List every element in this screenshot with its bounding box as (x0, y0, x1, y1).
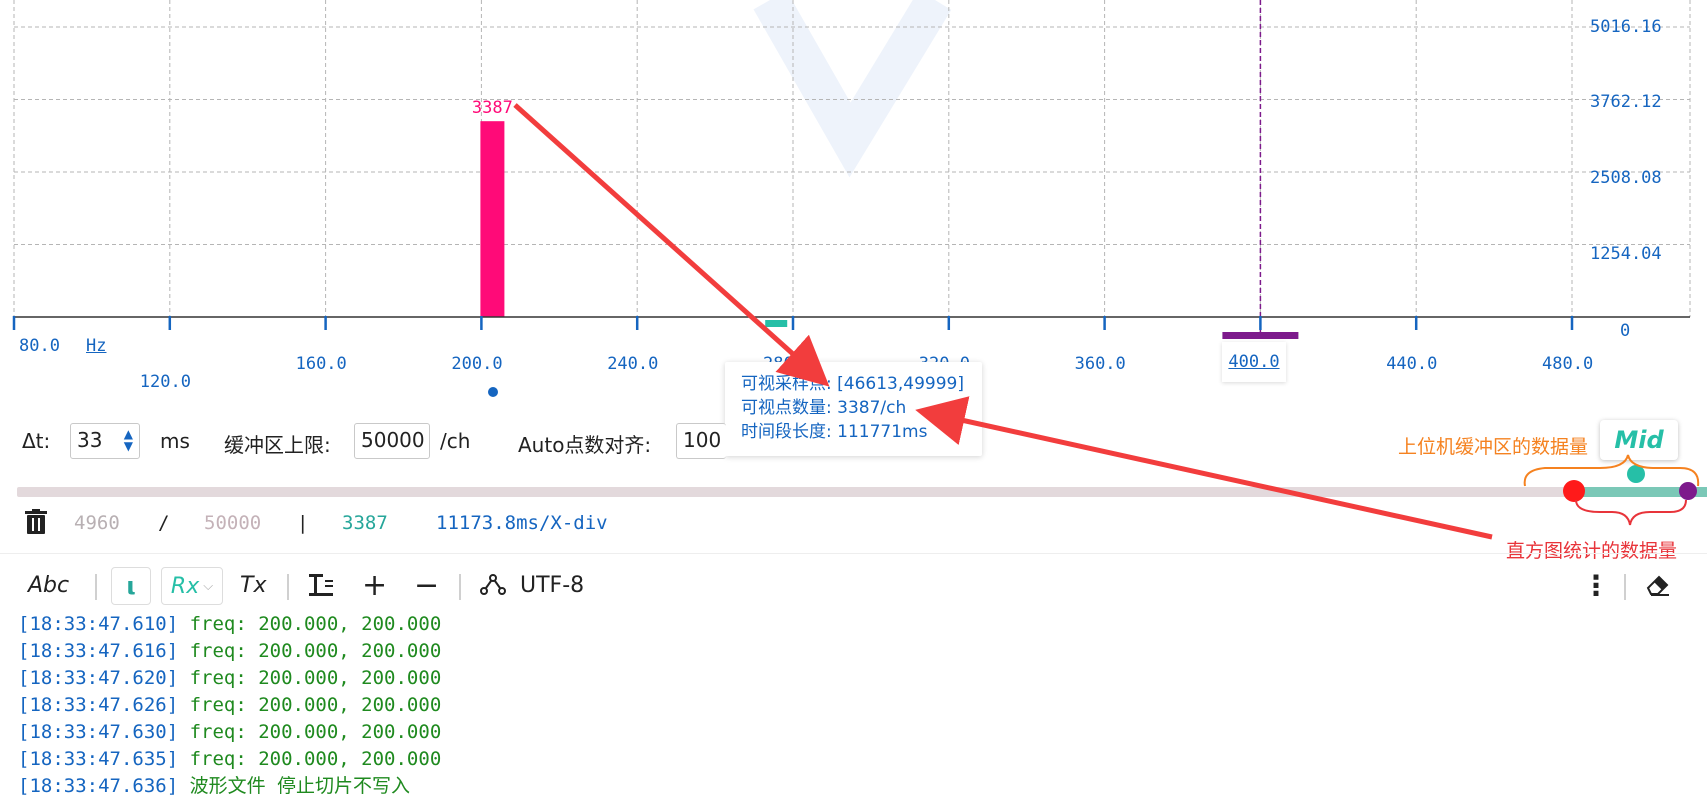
y-tick-label: 3762.12 (1590, 92, 1662, 112)
eraser-icon[interactable] (1645, 567, 1671, 603)
current-count: 4960 (74, 512, 120, 534)
x-tick-label: 400.0 (1222, 342, 1286, 382)
toolbar-separator (287, 574, 289, 600)
log-message: freq: 200.000, 200.000 (178, 721, 442, 743)
buffer-limit-unit: /ch (440, 429, 471, 453)
log-message: freq: 200.000, 200.000 (178, 667, 442, 689)
mid-button[interactable]: Mid (1600, 420, 1678, 460)
x-tick-label: 80.0 (19, 336, 60, 356)
histogram-bar[interactable] (480, 121, 505, 318)
log-line: [18:33:47.630] freq: 200.000, 200.000 (18, 719, 441, 746)
x-axis (12, 316, 1690, 330)
log-timestamp: [18:33:47.616] (18, 640, 179, 662)
more-vertical-icon[interactable]: ⋮ (1582, 567, 1610, 603)
format-hook-icon: ι (126, 572, 136, 600)
auto-align-input[interactable]: 100 (676, 423, 726, 459)
x-tick-label: 200.0 (451, 354, 503, 374)
slider-mid-handle[interactable] (1627, 465, 1645, 483)
slider-start-handle[interactable] (1563, 480, 1585, 502)
x-tick-label: 120.0 (139, 372, 191, 392)
log-line: [18:33:47.635] freq: 200.000, 200.000 (18, 746, 441, 773)
log-timestamp: [18:33:47.626] (18, 694, 179, 716)
x-tick-label: 480.0 (1542, 354, 1594, 374)
format-toggle-button[interactable]: ι (111, 567, 151, 605)
log-message: freq: 200.000, 200.000 (178, 694, 442, 716)
log-timestamp: [18:33:47.635] (18, 748, 179, 770)
x-tick-label: 440.0 (1386, 354, 1438, 374)
auto-align-value: 100 (683, 428, 722, 452)
encoding-label[interactable]: UTF-8 (520, 567, 584, 603)
bar-value-label: 3387 (472, 98, 513, 118)
log-timestamp: [18:33:47.630] (18, 721, 179, 743)
range-slider[interactable] (17, 465, 1707, 502)
abc-button[interactable]: Abc (28, 567, 69, 603)
log-timestamp: [18:33:47.636] (18, 775, 179, 797)
histogram-chart: 3387 (12, 0, 1691, 339)
dt-unit: ms (160, 429, 190, 453)
dt-label: Δt: (22, 429, 51, 453)
zoom-in-icon[interactable]: + (362, 567, 387, 603)
stats-slash: / (158, 512, 170, 534)
log-message: freq: 200.000, 200.000 (178, 640, 442, 662)
range-marker[interactable] (765, 320, 788, 327)
slider-track (17, 487, 1667, 497)
time-per-div: 11173.8ms/X-div (436, 512, 608, 534)
log-line: [18:33:47.636] 波形文件 停止切片不写入 (18, 773, 441, 800)
y-tick-label: 5016.16 (1590, 17, 1662, 37)
log-line: [18:33:47.616] freq: 200.000, 200.000 (18, 638, 441, 665)
x-unit-link[interactable]: Hz (86, 336, 106, 356)
y-tick-label: 1254.04 (1590, 244, 1662, 264)
slider-end-handle[interactable] (1679, 482, 1697, 500)
tx-button[interactable]: Tx (240, 567, 266, 603)
rx-label: Rx (170, 573, 200, 599)
dt-input[interactable]: 33 ▲ ▼ (70, 423, 140, 459)
chevron-down-icon: ⌵ (203, 578, 214, 594)
log-message: freq: 200.000, 200.000 (178, 748, 442, 770)
zoom-out-icon[interactable]: − (414, 567, 439, 603)
trash-icon[interactable] (24, 509, 48, 540)
buffer-limit-label: 缓冲区上限: (224, 433, 331, 457)
y-tick-label: 2508.08 (1590, 168, 1662, 188)
total-count: 50000 (204, 512, 262, 534)
log-message: freq: 200.000, 200.000 (178, 613, 442, 635)
divider-line (0, 553, 1707, 554)
terminal-toolbar: Abc ι Rx ⌵ Tx + − UTF-8 ⋮ (0, 560, 1707, 610)
buffer-limit-input[interactable]: 50000 (354, 423, 430, 459)
log-line: [18:33:47.626] freq: 200.000, 200.000 (18, 692, 441, 719)
x-tick-label: 160.0 (295, 354, 347, 374)
toolbar-separator (1624, 574, 1626, 600)
buffer-limit-value: 50000 (361, 428, 425, 452)
toolbar-separator (95, 574, 97, 600)
buffer-annotation: 上位机缓冲区的数据量 (1398, 436, 1589, 458)
stats-divider: | (297, 512, 309, 534)
log-message: 波形文件 停止切片不写入 (178, 775, 411, 797)
cursor-marker[interactable] (1222, 332, 1299, 339)
y-tick-label: 0 (1620, 321, 1631, 341)
stats-row: 4960 / 50000 | 3387 11173.8ms/X-div (0, 505, 1707, 545)
rx-select[interactable]: Rx ⌵ (161, 567, 223, 605)
dt-value: 33 (77, 428, 103, 452)
x-tick-label: 240.0 (607, 354, 659, 374)
log-timestamp: [18:33:47.620] (18, 667, 179, 689)
watermark-logo (753, 0, 952, 178)
auto-align-label: Auto点数对齐: (518, 433, 652, 457)
pin-dot[interactable] (488, 387, 498, 397)
graph-node-icon[interactable] (480, 567, 506, 603)
text-format-icon[interactable] (308, 567, 334, 603)
log-timestamp: [18:33:47.610] (18, 613, 179, 635)
toolbar-separator (459, 574, 461, 600)
histogram-count: 3387 (342, 512, 388, 534)
spinner-icon[interactable]: ▲ ▼ (124, 428, 133, 452)
x-tick-label: 360.0 (1074, 354, 1126, 374)
terminal-log: [18:33:47.610] freq: 200.000, 200.000 [18… (18, 611, 441, 800)
log-line: [18:33:47.620] freq: 200.000, 200.000 (18, 665, 441, 692)
log-line: [18:33:47.610] freq: 200.000, 200.000 (18, 611, 441, 638)
tooltip-visible-samples: 可视采样点: [46613,49999] (741, 374, 964, 394)
